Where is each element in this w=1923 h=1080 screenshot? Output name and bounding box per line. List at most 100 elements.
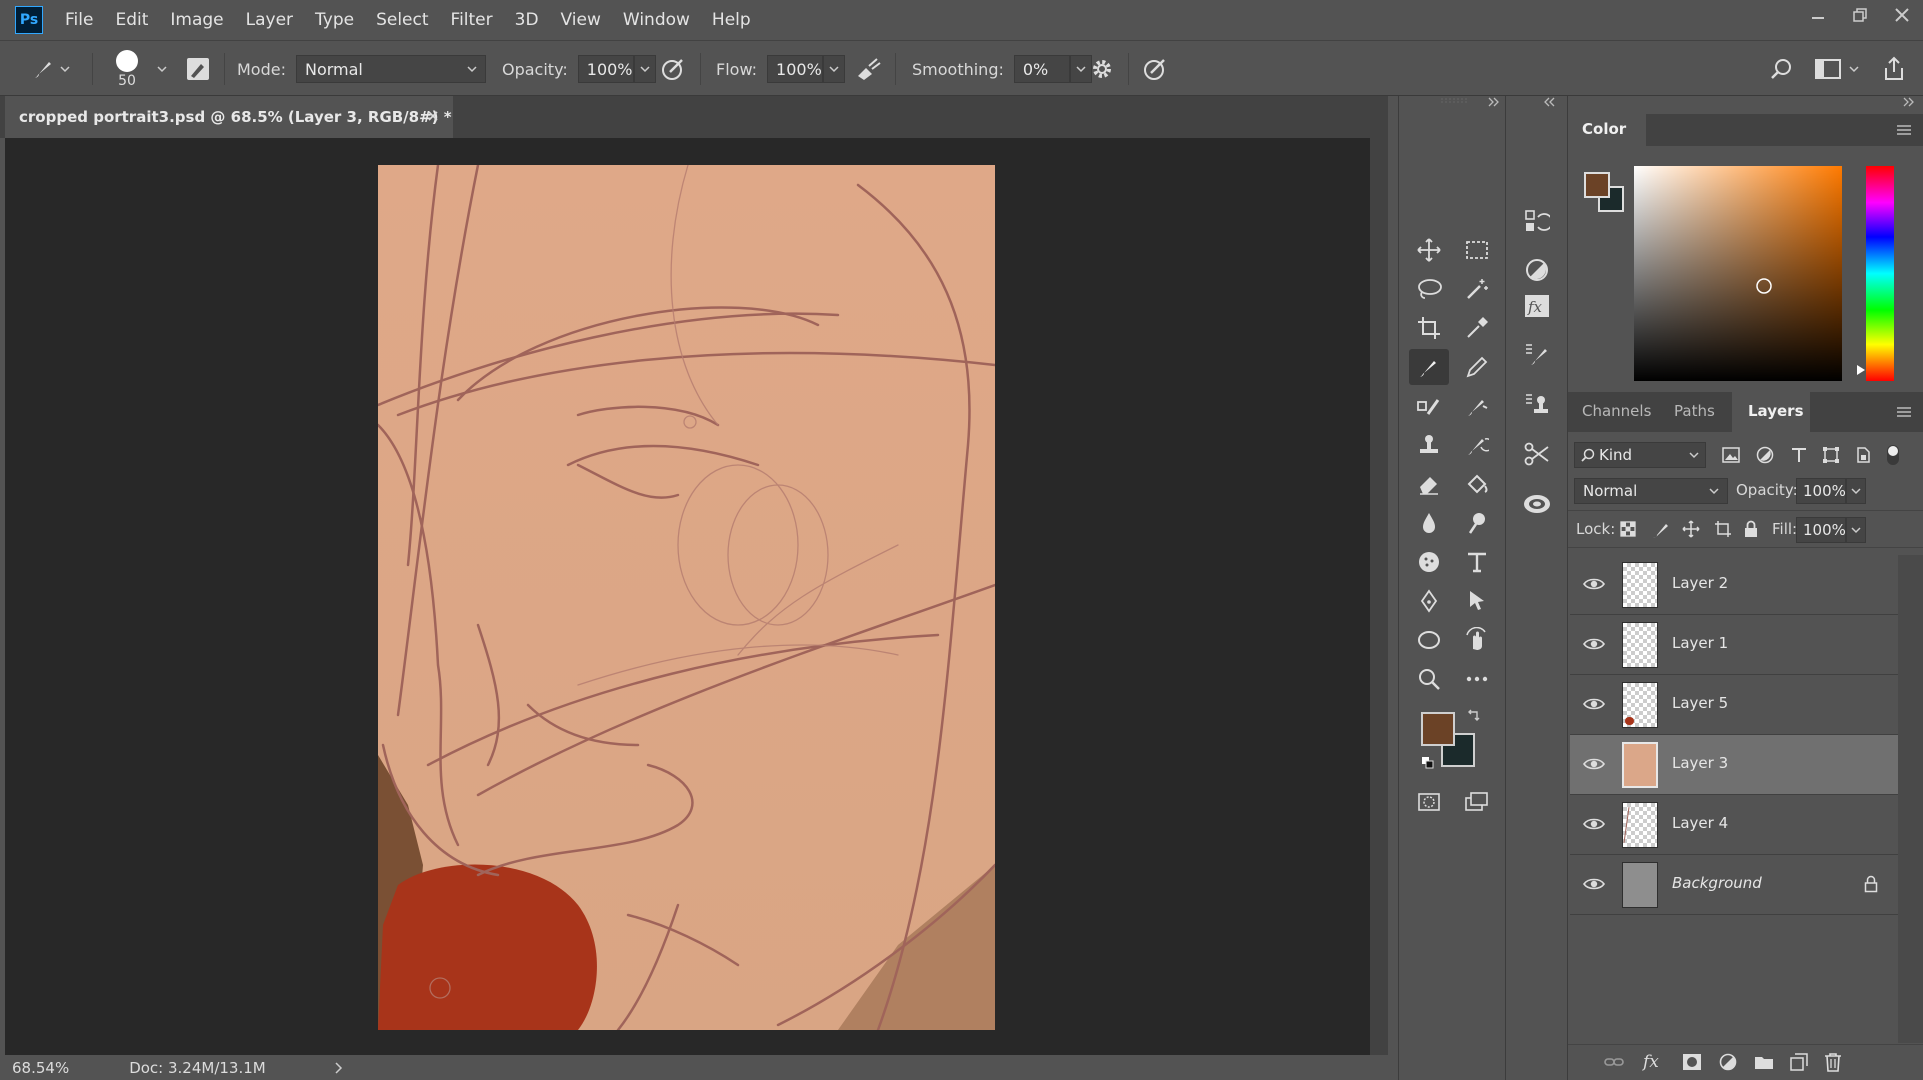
quick-mask-button[interactable] [1409, 784, 1449, 820]
lasso-tool[interactable] [1409, 271, 1449, 307]
rotate-view-tool[interactable] [1457, 622, 1497, 658]
menu-view[interactable]: View [561, 10, 601, 30]
workspace-switcher[interactable] [1815, 41, 1859, 97]
tab-paths[interactable]: Paths [1674, 402, 1715, 420]
adjustments-panel-button[interactable] [1517, 252, 1557, 288]
tool-preset-picker[interactable] [30, 41, 70, 97]
filter-smart-object-icon[interactable] [1854, 446, 1872, 464]
history-panel-button[interactable] [1517, 204, 1557, 240]
smoothing-settings-button[interactable] [1090, 41, 1114, 97]
brush-tool[interactable] [1409, 349, 1449, 385]
eye-icon[interactable] [1582, 875, 1606, 893]
eye-icon[interactable] [1582, 575, 1606, 593]
move-tool[interactable] [1409, 232, 1449, 268]
color-panel-tab[interactable]: Color [1568, 114, 1646, 146]
eye-icon[interactable] [1582, 755, 1606, 773]
minimize-button[interactable] [1797, 0, 1839, 30]
magic-wand-tool[interactable] [1457, 271, 1497, 307]
artwork-canvas[interactable] [378, 165, 995, 1030]
marquee-tool[interactable] [1457, 232, 1497, 268]
panel-menu-icon[interactable] [1896, 123, 1912, 137]
brush-size-picker[interactable]: 50 [115, 41, 139, 97]
menu-select[interactable]: Select [376, 10, 428, 30]
type-tool[interactable] [1457, 544, 1497, 580]
color-picker-cursor[interactable] [1756, 278, 1772, 294]
opacity-input[interactable]: 100% [577, 55, 634, 83]
tab-channels[interactable]: Channels [1582, 402, 1651, 420]
styles-panel-button[interactable]: fx [1517, 288, 1557, 324]
layer-opacity-input[interactable]: 100% [1796, 478, 1846, 504]
filter-toggle[interactable] [1886, 444, 1900, 466]
color-fg-swatch[interactable] [1584, 172, 1610, 198]
history-brush-tool[interactable] [1457, 427, 1497, 463]
pen-tool[interactable] [1409, 583, 1449, 619]
hue-slider[interactable] [1857, 166, 1894, 381]
filter-type-icon[interactable] [1790, 446, 1808, 464]
filter-adjustment-icon[interactable] [1756, 446, 1774, 464]
panel-menu-icon[interactable] [1896, 405, 1912, 419]
close-window-button[interactable] [1881, 0, 1923, 30]
lock-pixels-icon[interactable] [1652, 521, 1670, 539]
clone-stamp-tool[interactable] [1409, 427, 1449, 463]
layer-row-background[interactable]: Background [1570, 855, 1898, 915]
menu-edit[interactable]: Edit [115, 10, 148, 30]
collapse-dock-icon[interactable] [1542, 96, 1556, 108]
eyedropper-tool[interactable] [1457, 310, 1497, 346]
menu-image[interactable]: Image [170, 10, 223, 30]
brush-settings-toggle[interactable] [185, 41, 211, 97]
lock-position-icon[interactable] [1682, 520, 1700, 538]
blur-tool[interactable] [1409, 505, 1449, 541]
menu-filter[interactable]: Filter [451, 10, 493, 30]
brush-size-dropdown[interactable] [157, 41, 167, 97]
color-picker-field[interactable] [1634, 166, 1842, 381]
path-selection-tool[interactable] [1457, 583, 1497, 619]
more-tools-button[interactable] [1457, 661, 1497, 697]
menu-layer[interactable]: Layer [246, 10, 293, 30]
eye-icon[interactable] [1582, 635, 1606, 653]
flow-input[interactable]: 100% [767, 55, 824, 83]
pencil-tool[interactable] [1457, 349, 1497, 385]
filter-shape-icon[interactable] [1822, 446, 1840, 464]
canvas-scrollbar[interactable] [1370, 138, 1388, 1055]
mode-select[interactable]: Normal [295, 55, 486, 83]
menu-help[interactable]: Help [712, 10, 751, 30]
foreground-color-swatch[interactable] [1421, 712, 1455, 746]
lock-transparency-icon[interactable] [1620, 521, 1636, 537]
mixer-brush-tool[interactable] [1457, 388, 1497, 424]
menu-file[interactable]: File [65, 10, 93, 30]
new-layer-icon[interactable] [1790, 1053, 1808, 1071]
folder-icon[interactable] [1754, 1054, 1774, 1070]
tool-presets-panel-button[interactable] [1517, 436, 1557, 472]
swap-colors-icon[interactable] [1467, 708, 1481, 722]
link-icon[interactable] [1604, 1054, 1624, 1070]
tab-layers[interactable]: Layers [1732, 392, 1810, 432]
adjustment-icon[interactable] [1718, 1053, 1738, 1071]
pressure-size-toggle[interactable] [1142, 41, 1168, 97]
lock-icon[interactable] [1744, 520, 1758, 538]
screen-mode-button[interactable] [1457, 784, 1497, 820]
filter-pixel-icon[interactable] [1722, 446, 1740, 464]
lock-artboard-icon[interactable] [1714, 520, 1732, 538]
close-icon[interactable] [425, 108, 441, 124]
zoom-level[interactable]: 68.54% [12, 1059, 69, 1077]
healing-brush-tool[interactable] [1409, 388, 1449, 424]
smoothing-input[interactable]: 0% [1013, 55, 1070, 83]
flow-dropdown[interactable] [823, 55, 846, 83]
collapse-panels-icon[interactable] [1902, 96, 1916, 108]
fill-input[interactable]: 100% [1796, 517, 1846, 543]
eye-icon[interactable] [1582, 815, 1606, 833]
restore-button[interactable] [1839, 0, 1881, 30]
brush-settings-panel-button[interactable] [1517, 336, 1557, 372]
layers-scrollbar[interactable] [1898, 555, 1923, 1043]
pressure-opacity-toggle[interactable] [660, 41, 686, 97]
sponge-tool[interactable] [1409, 544, 1449, 580]
layer-row-layer-3[interactable]: Layer 3 [1570, 735, 1898, 795]
opacity-dropdown[interactable] [633, 55, 656, 83]
document-tab[interactable]: cropped portrait3.psd @ 68.5% (Layer 3, … [5, 96, 453, 138]
crop-tool[interactable] [1409, 310, 1449, 346]
layer-opacity-dropdown[interactable] [1846, 478, 1866, 504]
layer-row-layer-5[interactable]: Layer 5 [1570, 675, 1898, 735]
share-button[interactable] [1882, 41, 1906, 97]
hue-slider-handle[interactable] [1856, 364, 1866, 376]
menu-type[interactable]: Type [315, 10, 354, 30]
